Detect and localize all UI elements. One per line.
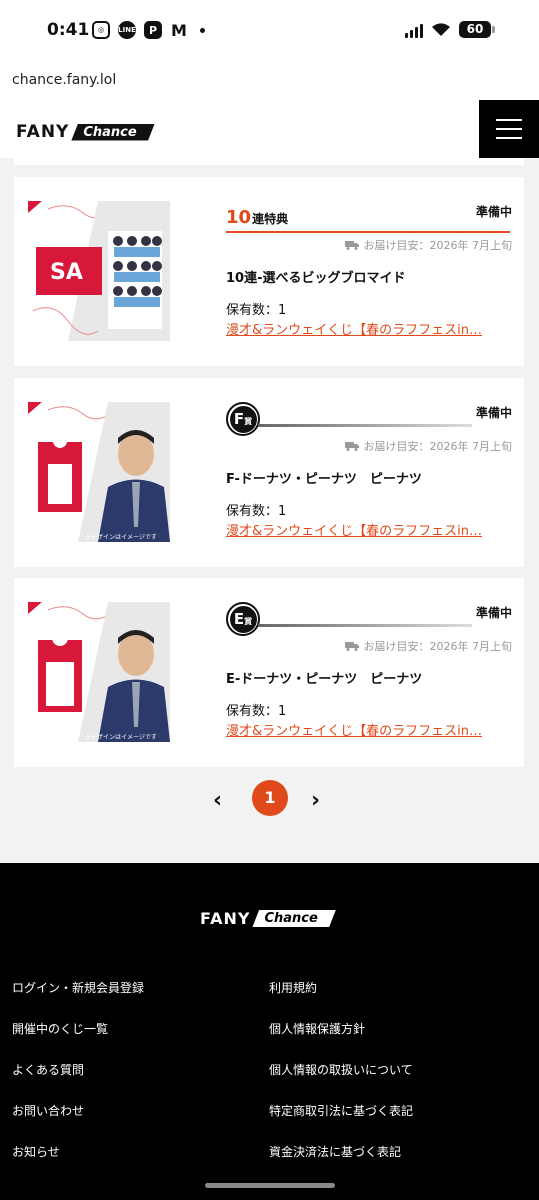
badge-line xyxy=(258,624,472,627)
prev-page-chevron-icon[interactable]: ‹ xyxy=(213,788,222,813)
logo-fany-text: FANY xyxy=(16,122,70,142)
lottery-link[interactable]: 漫才&ランウェイくじ【春のラフフェスin… xyxy=(226,319,510,338)
prize-thumbnail[interactable]: ※デザインはイメージです xyxy=(28,402,170,542)
svg-text:SA: SA xyxy=(50,260,83,285)
home-indicator[interactable] xyxy=(205,1183,335,1188)
badge-text: 連特典 xyxy=(252,212,289,226)
dot-icon xyxy=(200,27,205,33)
item-name: 10連-選べるビッグブロマイド xyxy=(226,271,406,286)
truck-icon xyxy=(344,240,360,250)
pagination: ‹ 1 › xyxy=(0,778,539,818)
prize-rank-letter: E xyxy=(233,610,245,628)
signal-icon xyxy=(405,22,423,38)
delivery-estimate: お届け目安：2026年 7月上旬 xyxy=(344,638,513,654)
status-time: 0:41 xyxy=(47,20,90,40)
line-icon: LINE xyxy=(118,21,136,39)
item-name: F-ドーナツ・ピーナツ ピーナツ xyxy=(226,472,422,487)
badge-line xyxy=(258,424,472,427)
footer-logo-fany-text: FANY xyxy=(200,909,251,928)
logo-chance-text: Chance xyxy=(71,123,155,141)
prize-rank-badge: E賞 xyxy=(226,602,260,636)
prize-rank-badge: F賞 xyxy=(226,402,260,436)
previous-card-edge xyxy=(14,158,524,165)
footer-link-terms[interactable]: 利用規約 xyxy=(269,979,317,996)
lottery-link[interactable]: 漫才&ランウェイくじ【春のラフフェスin… xyxy=(226,520,510,539)
prize-rank-letter: F xyxy=(233,410,245,428)
paypay-icon: P xyxy=(144,21,162,39)
svg-text:※デザインはイメージです: ※デザインはイメージです xyxy=(86,733,157,741)
delivery-text: お届け目安：2026年 7月上旬 xyxy=(363,440,513,453)
footer-logo[interactable]: FANY Chance xyxy=(200,909,336,928)
prize-card[interactable]: ※デザインはイメージです E賞 準備中 お届け目安：2026年 7月上旬 E-ド… xyxy=(14,578,524,767)
footer-link-news[interactable]: お知らせ xyxy=(12,1143,60,1160)
footer-link-lottery-list[interactable]: 開催中のくじ一覧 xyxy=(12,1020,108,1037)
delivery-estimate: お届け目安：2026年 7月上旬 xyxy=(344,438,513,454)
battery-icon: 60 xyxy=(459,21,495,38)
svg-text:※デザインはイメージです: ※デザインはイメージです xyxy=(86,533,157,541)
site-header: FANY Chance xyxy=(0,100,539,158)
status-badge: 準備中 xyxy=(475,606,512,620)
browser-url-bar[interactable]: chance.fany.lol xyxy=(0,62,539,102)
quantity-held: 保有数：1 xyxy=(226,303,287,318)
delivery-text: お届け目安：2026年 7月上旬 xyxy=(363,640,513,653)
gmail-icon: M xyxy=(171,20,187,40)
prize-rank-suffix: 賞 xyxy=(244,417,253,426)
wifi-icon xyxy=(431,22,451,37)
instagram-icon: ◎ xyxy=(92,21,110,39)
quantity-held: 保有数：1 xyxy=(226,704,287,719)
delivery-text: お届け目安：2026年 7月上旬 xyxy=(363,239,513,252)
prize-list: SA 10 連特典 準備中 お届け目安：2026年 7月上旬 10連-選べるビッ… xyxy=(0,158,539,863)
url-text[interactable]: chance.fany.lol xyxy=(12,72,116,88)
item-name: E-ドーナツ・ピーナツ ピーナツ xyxy=(226,672,423,687)
fany-chance-logo[interactable]: FANY Chance xyxy=(16,122,155,142)
badge-number: 10 xyxy=(226,207,252,228)
footer-link-commerce-law[interactable]: 特定商取引法に基づく表記 xyxy=(269,1102,413,1119)
footer-logo-chance-text: Chance xyxy=(252,910,336,927)
footer-link-personal-info[interactable]: 個人情報の取扱いについて xyxy=(269,1061,413,1078)
truck-icon xyxy=(344,641,360,651)
lottery-link[interactable]: 漫才&ランウェイくじ【春のラフフェスin… xyxy=(226,720,510,739)
next-page-chevron-icon[interactable]: › xyxy=(311,788,320,813)
status-bar: 0:41 ◎ LINE P M 60 xyxy=(0,0,539,62)
prize-card[interactable]: SA 10 連特典 準備中 お届け目安：2026年 7月上旬 10連-選べるビッ… xyxy=(14,177,524,366)
current-page-button[interactable]: 1 xyxy=(252,780,288,816)
prize-thumbnail[interactable]: SA xyxy=(28,201,170,341)
status-badge: 準備中 xyxy=(475,406,512,420)
delivery-estimate: お届け目安：2026年 7月上旬 xyxy=(344,237,513,253)
site-footer: FANY Chance ログイン・新規会員登録 開催中のくじ一覧 よくある質問 … xyxy=(0,863,539,1200)
prize-rank-suffix: 賞 xyxy=(244,617,253,626)
prize-thumbnail[interactable]: ※デザインはイメージです xyxy=(28,602,170,742)
footer-link-privacy-policy[interactable]: 個人情報保護方針 xyxy=(269,1020,365,1037)
quantity-held: 保有数：1 xyxy=(226,504,287,519)
footer-link-faq[interactable]: よくある質問 xyxy=(12,1061,84,1078)
ten-draw-bonus-badge: 10 連特典 xyxy=(226,207,288,228)
footer-link-contact[interactable]: お問い合わせ xyxy=(12,1102,84,1119)
truck-icon xyxy=(344,441,360,451)
footer-link-login[interactable]: ログイン・新規会員登録 xyxy=(12,979,144,996)
status-badge: 準備中 xyxy=(475,205,512,219)
hamburger-menu-icon[interactable] xyxy=(479,100,539,158)
footer-link-payment-law[interactable]: 資金決済法に基づく表記 xyxy=(269,1143,401,1160)
prize-card[interactable]: ※デザインはイメージです F賞 準備中 お届け目安：2026年 7月上旬 F-ド… xyxy=(14,378,524,567)
badge-underline xyxy=(226,231,510,233)
